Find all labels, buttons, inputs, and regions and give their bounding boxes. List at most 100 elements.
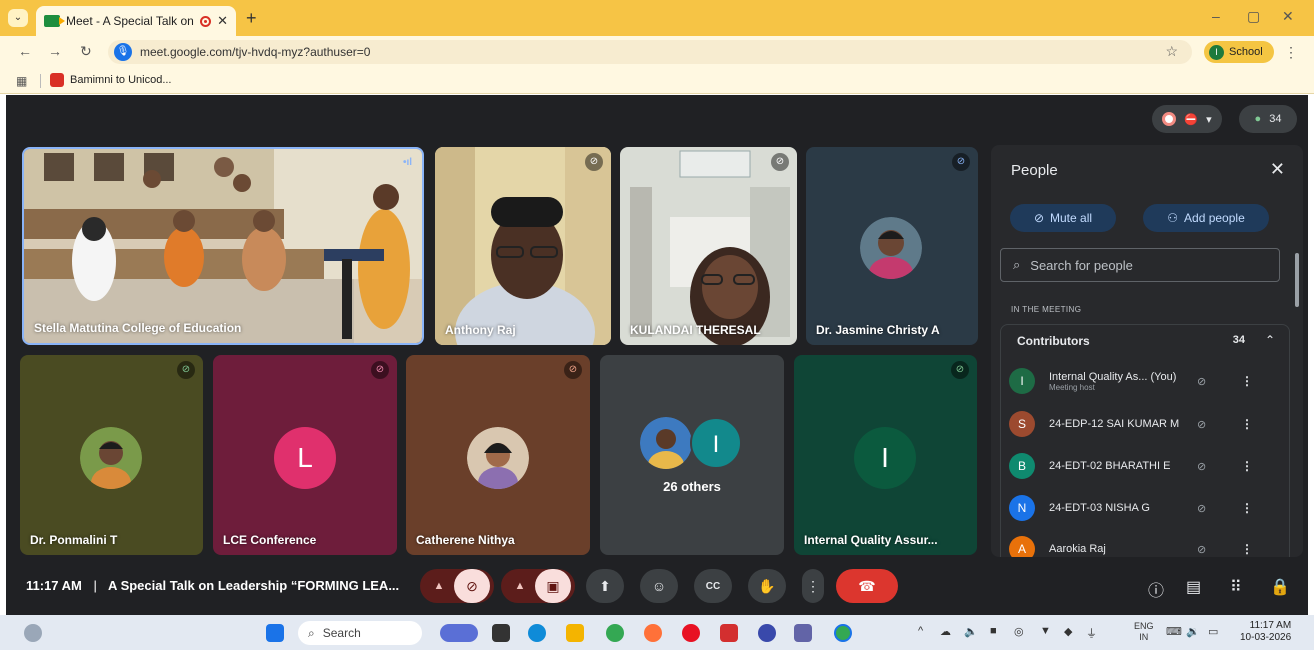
info-icon[interactable]: ⓘ <box>1148 577 1164 601</box>
mute-all-button[interactable]: ⊘ Mute all <box>1010 204 1116 232</box>
search-input[interactable]: ⌕ Search for people <box>1000 248 1280 282</box>
classroom-video-feed <box>24 149 422 343</box>
more-vert-icon[interactable]: ⋮ <box>1241 374 1253 388</box>
more-options-button[interactable]: ⋮ <box>802 569 824 603</box>
mic-off-icon[interactable]: ⊘ <box>1197 502 1206 515</box>
taskbar-search[interactable]: ⌕ Search <box>298 621 422 645</box>
tray-app-icon[interactable]: ■ <box>990 625 997 637</box>
participant-row[interactable]: S 24-EDP-12 SAI KUMAR M ⊘ ⋮ <box>1009 409 1269 439</box>
others-count-label: 26 others <box>663 479 721 494</box>
battery-icon[interactable]: ▭ <box>1208 625 1218 638</box>
mic-control[interactable]: ▲ ⊘ <box>420 569 494 603</box>
more-vert-icon[interactable]: ⋮ <box>1241 417 1253 431</box>
weather-icon[interactable] <box>24 624 42 642</box>
onedrive-icon[interactable]: ☁ <box>940 625 951 638</box>
minimize-button[interactable]: – <box>1212 8 1220 24</box>
participant-row[interactable]: B 24-EDT-02 BHARATHI E ⊘ ⋮ <box>1009 451 1269 481</box>
add-people-button[interactable]: ⚇ Add people <box>1143 204 1269 232</box>
activities-grid-icon[interactable]: ⠿ <box>1230 577 1242 597</box>
present-button[interactable]: ⬆ <box>586 569 624 603</box>
tray-app-icon[interactable]: ◎ <box>1014 625 1024 638</box>
video-tile-kulandai-theresal[interactable]: ⊘ KULANDAI THERESAL <box>620 147 797 345</box>
mic-off-icon[interactable]: ⊘ <box>1197 460 1206 473</box>
recording-indicator-icon <box>200 15 212 27</box>
mic-off-icon[interactable]: ⊘ <box>1197 543 1206 556</box>
chrome-icon[interactable] <box>606 624 624 642</box>
host-controls-lock-icon[interactable]: 🔒 <box>1270 577 1290 597</box>
file-explorer-icon[interactable] <box>566 624 584 642</box>
tile-name: Catherene Nithya <box>416 533 515 547</box>
chrome-profile-icon[interactable] <box>834 624 852 642</box>
window-close-button[interactable]: ✕ <box>1282 8 1294 25</box>
camera-control[interactable]: ▲ ▣ <box>501 569 575 603</box>
site-info-icon[interactable]: 🎙 <box>114 43 132 61</box>
tile-catherene-nithya[interactable]: ⊘ Catherene Nithya <box>406 355 590 555</box>
app-icon[interactable] <box>758 624 776 642</box>
tray-app-icon[interactable]: ▼ <box>1040 625 1051 637</box>
chevron-up-icon[interactable]: ⌃ <box>1265 333 1275 347</box>
meet-favicon-icon <box>44 15 65 27</box>
mic-off-icon[interactable]: ⊘ <box>1197 418 1206 431</box>
teams-icon[interactable] <box>794 624 812 642</box>
tile-internal-quality[interactable]: I ⊘ Internal Quality Assur... <box>794 355 977 555</box>
more-vert-icon[interactable]: ⋮ <box>1241 459 1253 473</box>
firefox-icon[interactable] <box>644 624 662 642</box>
video-tile-presenter[interactable]: •ıl Stella Matutina College of Education <box>22 147 424 345</box>
show-hidden-icons[interactable]: ^ <box>918 625 923 637</box>
reactions-button[interactable]: ☺ <box>640 569 678 603</box>
participant-row[interactable]: N 24-EDT-03 NISHA G ⊘ ⋮ <box>1009 493 1269 523</box>
back-arrow-icon[interactable]: ← <box>18 43 32 59</box>
camera-off-icon[interactable]: ▣ <box>535 569 571 603</box>
language-indicator[interactable]: ENG IN <box>1134 621 1154 643</box>
tray-app-icon[interactable]: ◆ <box>1064 625 1072 638</box>
chevron-up-icon[interactable]: ▲ <box>505 580 535 592</box>
system-clock[interactable]: 11:17 AM 10-03-2026 <box>1240 620 1291 644</box>
browser-menu-icon[interactable]: ⋮ <box>1284 44 1298 61</box>
browser-tab[interactable]: Meet - A Special Talk on Le ✕ <box>36 6 236 36</box>
mic-off-icon[interactable]: ⊘ <box>1197 375 1206 388</box>
video-tile-anthony-raj[interactable]: ⊘ Anthony Raj <box>435 147 611 345</box>
volume-icon[interactable]: 🔉 <box>1186 625 1200 638</box>
copilot-icon[interactable] <box>440 624 478 642</box>
mic-off-icon[interactable]: ⊘ <box>454 569 490 603</box>
leave-call-button[interactable]: ☎ <box>836 569 898 603</box>
tile-lce-conference[interactable]: L ⊘ LCE Conference <box>213 355 397 555</box>
more-vert-icon[interactable]: ⋮ <box>1241 542 1253 556</box>
windows-start-icon[interactable] <box>266 624 284 642</box>
new-tab-button[interactable]: + <box>246 8 257 29</box>
recording-controls[interactable]: ⛔ ▾ <box>1152 105 1222 133</box>
wps-office-icon[interactable] <box>720 624 738 642</box>
reload-icon[interactable]: ↻ <box>80 43 92 60</box>
captions-button[interactable]: CC <box>694 569 732 603</box>
network-icon[interactable]: ⌨ <box>1166 625 1182 638</box>
tab-search-chevron-icon[interactable]: ⌄ <box>8 9 28 27</box>
mic-off-icon: ⊘ <box>1033 211 1045 225</box>
participant-row[interactable]: A Aarokia Raj ⊘ ⋮ <box>1009 534 1269 557</box>
scrollbar[interactable] <box>1295 253 1299 307</box>
raise-hand-button[interactable]: ✋ <box>748 569 786 603</box>
more-vert-icon[interactable]: ⋮ <box>1241 501 1253 515</box>
speaker-icon[interactable]: 🔈 <box>964 625 978 638</box>
opera-icon[interactable] <box>682 624 700 642</box>
chevron-up-icon[interactable]: ▲ <box>424 580 454 592</box>
usb-icon[interactable]: ⏚ <box>1086 625 1097 641</box>
address-bar[interactable]: 🎙 meet.google.com/tjv-hvdq-myz?authuser=… <box>108 40 1192 64</box>
close-icon[interactable]: ✕ <box>1270 159 1285 180</box>
tile-ponmalini[interactable]: ⊘ Dr. Ponmalini T <box>20 355 203 555</box>
participant-name: 24-EDP-12 SAI KUMAR M <box>1049 418 1180 430</box>
profile-button[interactable]: I School <box>1204 41 1274 63</box>
tab-close-icon[interactable]: ✕ <box>217 13 228 29</box>
participants-avatars-icon: ● <box>1254 113 1262 125</box>
participant-row[interactable]: I Internal Quality As... (You) Meeting hos… <box>1009 366 1269 396</box>
tile-others[interactable]: I 26 others <box>600 355 784 555</box>
chat-icon[interactable]: ▤ <box>1186 577 1201 597</box>
restore-button[interactable]: ▢ <box>1247 8 1260 25</box>
task-view-icon[interactable] <box>492 624 510 642</box>
forward-arrow-icon[interactable]: → <box>48 43 62 59</box>
edge-icon[interactable] <box>528 624 546 642</box>
bookmark-item[interactable]: Bamimni to Unicod... <box>50 73 171 87</box>
apps-grid-icon[interactable]: ▦ <box>16 74 27 88</box>
tile-jasmine-christy[interactable]: ⊘ Dr. Jasmine Christy A <box>806 147 978 345</box>
participants-count-button[interactable]: ● 34 <box>1239 105 1297 133</box>
bookmark-star-icon[interactable]: ☆ <box>1165 43 1178 60</box>
